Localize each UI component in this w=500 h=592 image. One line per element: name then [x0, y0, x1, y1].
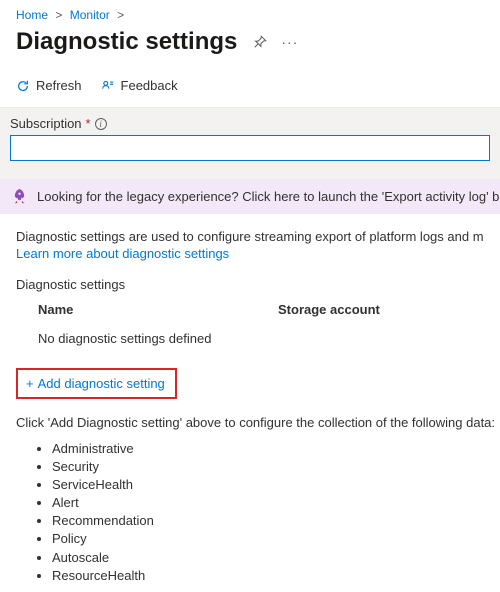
description-text: Diagnostic settings are used to configur… — [16, 228, 484, 246]
chevron-right-icon: > — [55, 8, 62, 22]
feedback-label: Feedback — [121, 78, 178, 93]
feedback-button[interactable]: Feedback — [100, 78, 178, 93]
refresh-button[interactable]: Refresh — [16, 78, 82, 93]
subscription-input[interactable] — [10, 135, 490, 161]
info-icon[interactable]: i — [95, 118, 107, 130]
breadcrumb-home[interactable]: Home — [16, 8, 48, 22]
page-header: Diagnostic settings ··· — [0, 26, 500, 72]
settings-section-label: Diagnostic settings — [16, 277, 484, 292]
feedback-icon — [100, 79, 115, 93]
page-title: Diagnostic settings — [16, 28, 237, 56]
breadcrumb: Home > Monitor > — [0, 0, 500, 26]
pin-icon[interactable] — [253, 35, 267, 49]
legacy-banner-text: Looking for the legacy experience? Click… — [37, 189, 500, 204]
list-item: ResourceHealth — [52, 567, 500, 585]
rocket-icon — [12, 189, 27, 204]
list-item: Recommendation — [52, 512, 500, 530]
categories-list: Administrative Security ServiceHealth Al… — [0, 434, 500, 586]
chevron-right-icon: > — [117, 8, 124, 22]
list-item: Administrative — [52, 440, 500, 458]
breadcrumb-monitor[interactable]: Monitor — [70, 8, 110, 22]
content-area: Diagnostic settings are used to configur… — [0, 214, 500, 368]
subscription-panel: Subscription * i — [0, 107, 500, 179]
column-name: Name — [38, 302, 278, 317]
table-empty-row: No diagnostic settings defined — [16, 325, 484, 360]
required-asterisk: * — [86, 116, 91, 131]
list-item: Alert — [52, 494, 500, 512]
column-storage: Storage account — [278, 302, 380, 317]
add-diagnostic-highlight: + Add diagnostic setting — [16, 368, 177, 399]
add-diagnostic-setting-button[interactable]: + Add diagnostic setting — [26, 376, 165, 391]
list-item: ServiceHealth — [52, 476, 500, 494]
refresh-icon — [16, 79, 30, 93]
subscription-label: Subscription * i — [10, 116, 490, 131]
learn-more-link[interactable]: Learn more about diagnostic settings — [16, 246, 229, 261]
list-item: Security — [52, 458, 500, 476]
refresh-label: Refresh — [36, 78, 82, 93]
plus-icon: + — [26, 376, 34, 391]
table-header: Name Storage account — [16, 292, 484, 325]
hint-text: Click 'Add Diagnostic setting' above to … — [0, 399, 500, 434]
more-icon[interactable]: ··· — [281, 34, 298, 50]
subscription-label-text: Subscription — [10, 116, 82, 131]
list-item: Policy — [52, 530, 500, 548]
legacy-banner[interactable]: Looking for the legacy experience? Click… — [0, 179, 500, 214]
add-diagnostic-label: Add diagnostic setting — [38, 376, 165, 391]
toolbar: Refresh Feedback — [0, 72, 500, 107]
list-item: Autoscale — [52, 549, 500, 567]
